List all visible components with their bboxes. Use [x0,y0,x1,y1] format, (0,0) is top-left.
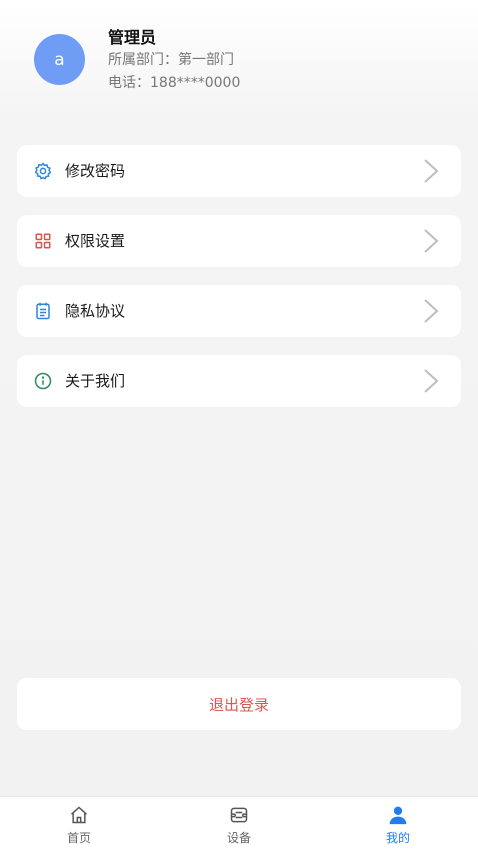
tab-label: 我的 [385,831,410,845]
menu-label: 修改密码 [65,162,126,180]
user-icon [388,805,408,825]
menu-item-permissions[interactable]: 权限设置 [17,215,461,267]
chevron-right-icon [423,158,439,184]
grid-icon [34,232,52,250]
bottom-tab-bar: 首页 设备 我的 [0,796,478,850]
chevron-right-icon [423,298,439,324]
home-icon [69,805,89,825]
tab-mine[interactable]: 我的 [358,797,438,850]
user-phone: 电话：188****0000 [108,75,241,91]
profile-header: a 管理员 所属部门：第一部门 电话：188****0000 [0,0,478,120]
tab-label: 设备 [226,831,251,845]
menu-item-change-password[interactable]: 修改密码 [17,145,461,197]
logout-button[interactable]: 退出登录 [17,678,461,730]
tab-home[interactable]: 首页 [39,797,119,850]
info-icon [34,372,52,390]
chevron-right-icon [423,228,439,254]
device-icon [229,805,249,825]
notepad-icon [34,302,52,320]
avatar[interactable]: a [34,34,85,85]
user-department: 所属部门：第一部门 [108,52,234,68]
menu-label: 权限设置 [65,232,126,250]
user-name: 管理员 [108,28,157,47]
tab-devices[interactable]: 设备 [199,797,279,850]
gear-icon [34,162,52,180]
menu-item-about-us[interactable]: 关于我们 [17,355,461,407]
tab-label: 首页 [66,831,91,845]
menu-label: 隐私协议 [65,302,126,320]
menu-label: 关于我们 [65,372,126,390]
chevron-right-icon [423,368,439,394]
menu-item-privacy-policy[interactable]: 隐私协议 [17,285,461,337]
